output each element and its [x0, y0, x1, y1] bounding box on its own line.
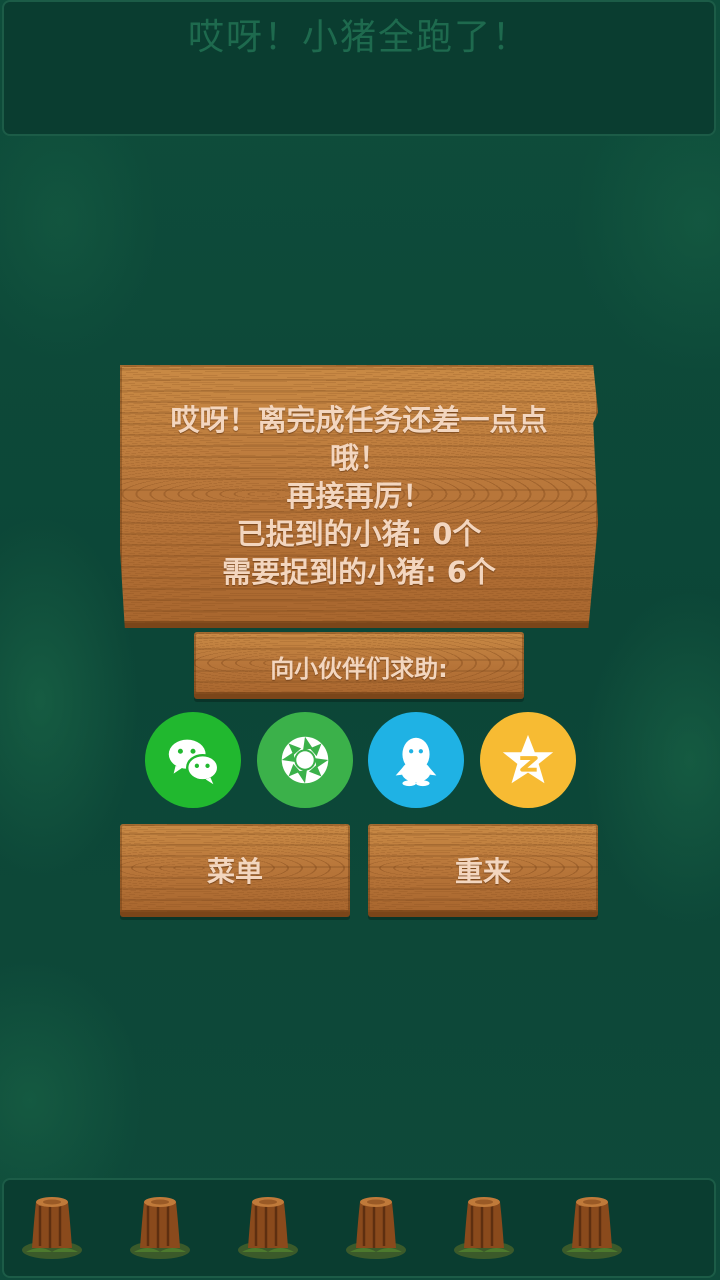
required-count: 需要捉到的小猪: 6个 — [222, 555, 496, 589]
share-moments-button[interactable] — [257, 712, 353, 808]
wechat-icon — [168, 739, 220, 785]
share-wechat-button[interactable] — [145, 712, 241, 808]
result-board: 哎呀！离完成任务还差一点点 哦！ 再接再厉！ 已捉到的小猪: 0个 需要捉到的小… — [120, 365, 598, 628]
tree-stump-icon — [560, 1190, 624, 1262]
top-title: 哎呀！小猪全跑了！ — [187, 17, 530, 58]
tree-stump-icon — [20, 1190, 84, 1262]
help-label: 向小伙伴们求助: — [270, 655, 448, 683]
qzone-icon — [502, 734, 554, 784]
help-board: 向小伙伴们求助: — [194, 632, 524, 699]
top-banner: 哎呀！小猪全跑了！ — [2, 0, 716, 136]
share-qq-button[interactable] — [368, 712, 464, 808]
tree-stump-icon — [452, 1190, 516, 1262]
result-message: 哎呀！离完成任务还差一点点 哦！ 再接再厉！ 已捉到的小猪: 0个 需要捉到的小… — [120, 401, 598, 591]
result-line-1: 哎呀！离完成任务还差一点点 — [170, 403, 548, 437]
result-line-2: 哦！ — [329, 441, 388, 475]
tree-stump-icon — [128, 1190, 192, 1262]
result-line-3: 再接再厉！ — [286, 479, 432, 513]
share-qzone-button[interactable] — [480, 712, 576, 808]
tree-stump-icon — [344, 1190, 408, 1262]
retry-button[interactable]: 重来 — [368, 824, 598, 917]
retry-button-label: 重来 — [454, 855, 511, 888]
caught-count: 已捉到的小猪: 0个 — [236, 517, 482, 551]
menu-button-label: 菜单 — [206, 855, 263, 888]
moments-icon — [281, 736, 329, 784]
tree-stump-icon — [236, 1190, 300, 1262]
menu-button[interactable]: 菜单 — [120, 824, 350, 917]
qq-icon — [395, 737, 437, 787]
